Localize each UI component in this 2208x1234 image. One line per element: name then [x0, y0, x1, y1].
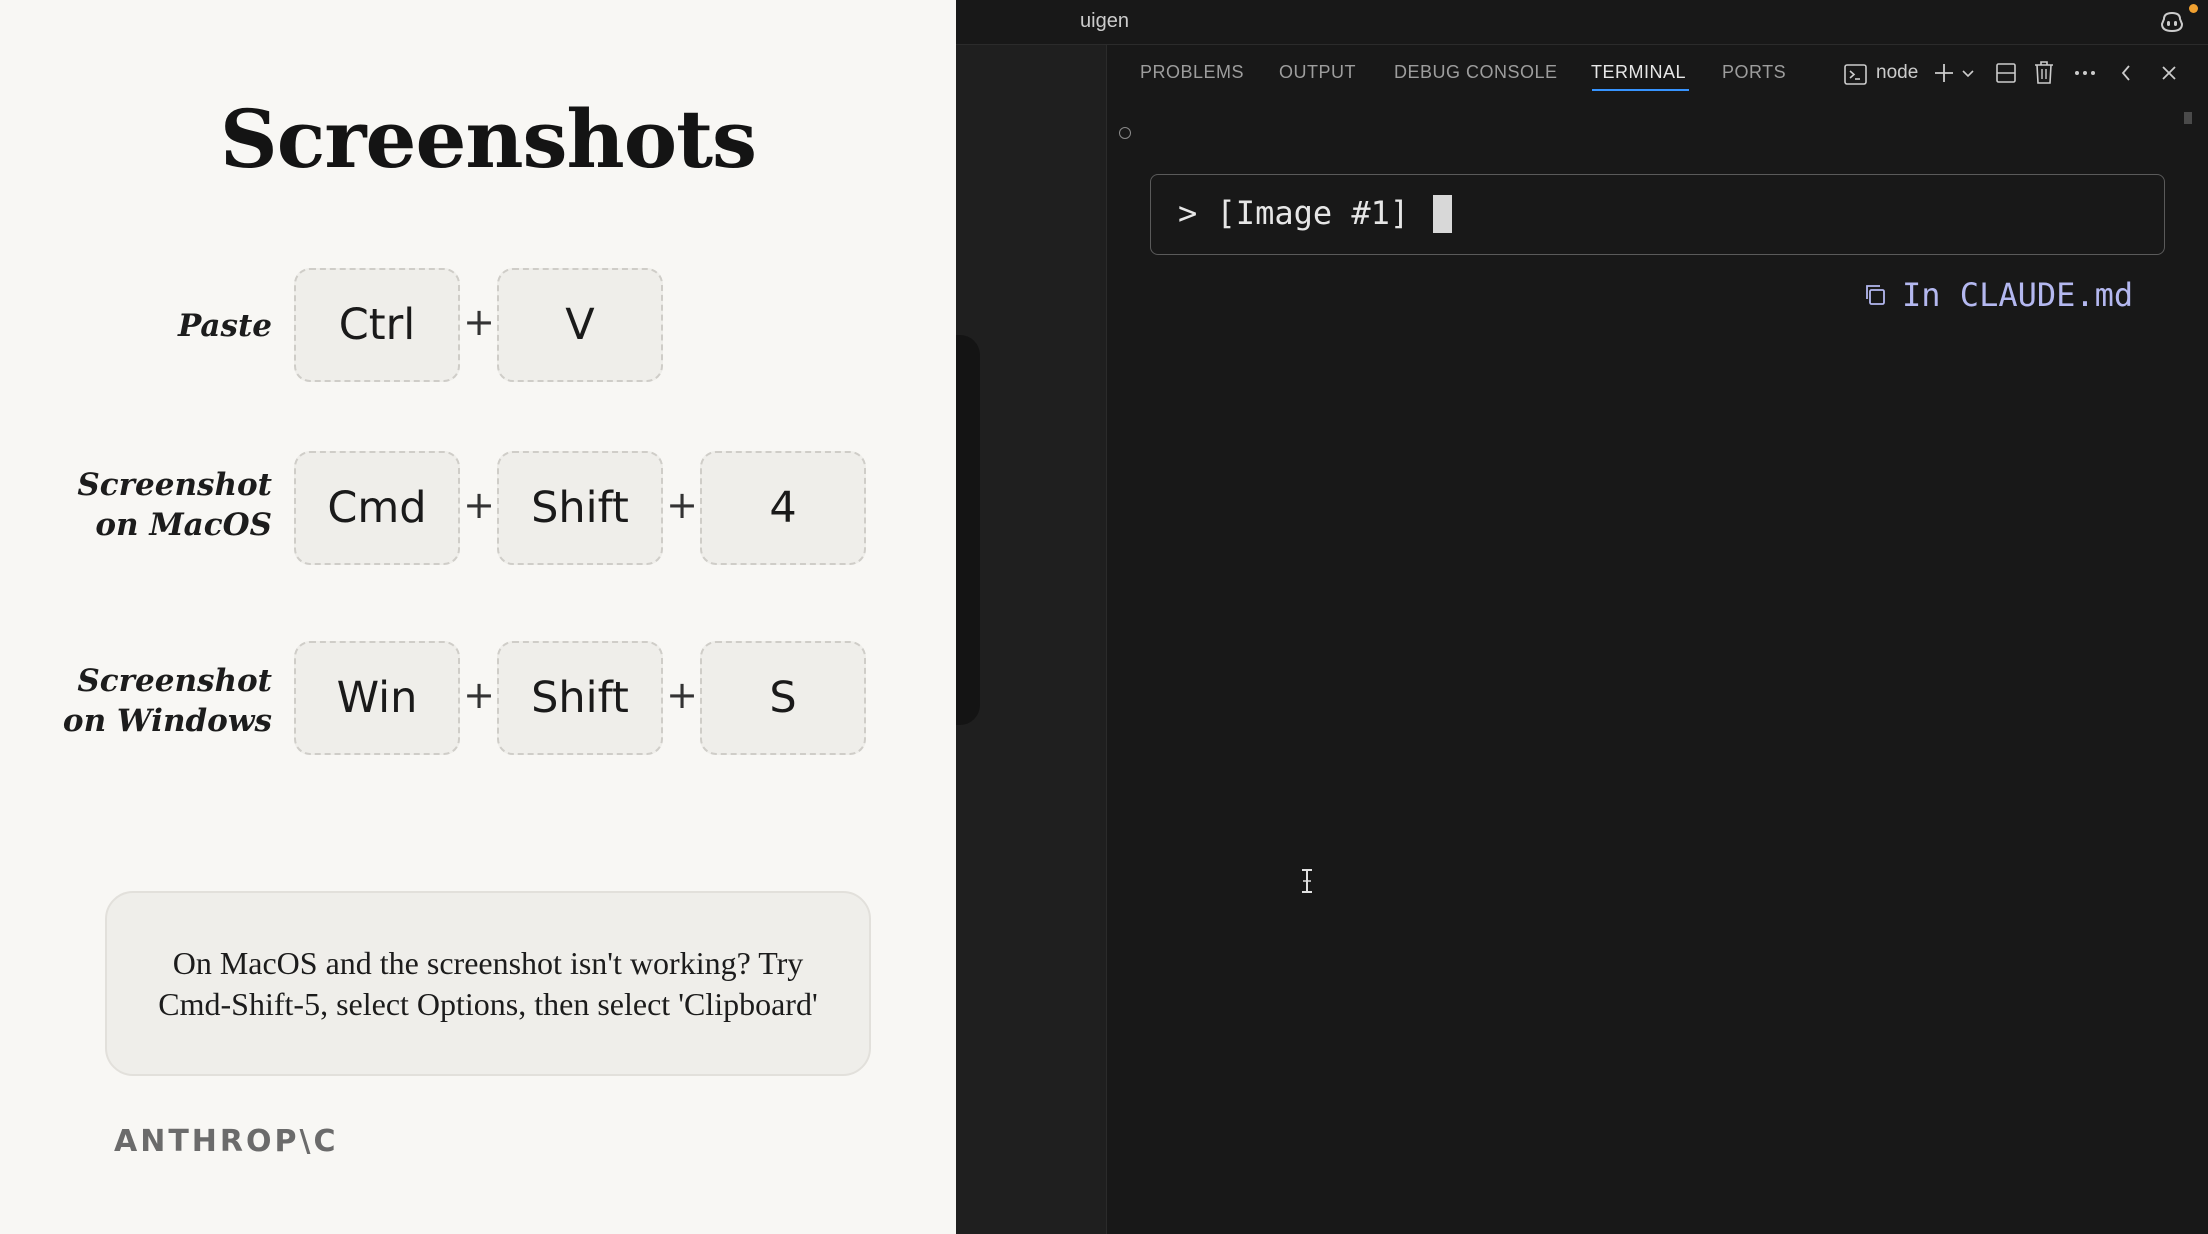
split-icon[interactable] [1994, 61, 2018, 85]
key-ctrl: Ctrl [294, 268, 460, 382]
shortcut-label-paste: Paste [178, 306, 272, 346]
slide-title: Screenshots [219, 92, 757, 186]
plus-sign: + [463, 673, 495, 717]
close-icon[interactable] [2160, 64, 2178, 82]
chevron-down-icon[interactable] [1961, 66, 1975, 80]
plus-sign: + [463, 300, 495, 344]
shortcut-label-line: on MacOS [95, 507, 272, 543]
scrollbar[interactable] [2184, 112, 2192, 124]
shortcut-label-macos: Screenshot on MacOS [77, 465, 272, 545]
tip-text: On MacOS and the screenshot isn't workin… [158, 944, 818, 1022]
memory-hint-text: In CLAUDE.md [1902, 276, 2134, 314]
notification-badge [2189, 4, 2198, 13]
shortcut-label-windows: Screenshot on Windows [63, 661, 272, 741]
shortcut-label-line: Paste [177, 308, 272, 344]
terminal-icon[interactable] [1843, 62, 1868, 87]
status-circle-icon [1119, 127, 1131, 139]
editor-shadow [956, 335, 980, 725]
tab-debug-console[interactable]: DEBUG CONSOLE [1394, 62, 1558, 83]
terminal-name[interactable]: node [1876, 62, 1918, 84]
tab-terminal[interactable]: TERMINAL [1591, 62, 1686, 83]
trash-icon[interactable] [2033, 60, 2055, 85]
key-win: Win [294, 641, 460, 755]
plus-sign: + [666, 483, 698, 527]
prompt-line: > [Image #1] [1178, 194, 1409, 232]
editor-area [956, 45, 1107, 1234]
tab-output[interactable]: OUTPUT [1279, 62, 1356, 83]
anthropic-logo: ANTHROP\C [114, 1124, 339, 1159]
key-cmd: Cmd [294, 451, 460, 565]
tab-problems[interactable]: PROBLEMS [1140, 62, 1244, 83]
shortcut-label-line: Screenshot [77, 467, 272, 503]
window-title: uigen [1080, 10, 1129, 32]
tip-box: On MacOS and the screenshot isn't workin… [105, 891, 871, 1076]
terminal-panel[interactable] [1107, 101, 2208, 1234]
tutorial-slide: Screenshots Paste Ctrl + V Screenshot on… [0, 0, 956, 1234]
active-tab-indicator [1592, 89, 1689, 91]
tab-ports[interactable]: PORTS [1722, 62, 1786, 83]
plus-sign: + [666, 673, 698, 717]
shortcut-label-line: Screenshot [77, 663, 272, 699]
key-shift: Shift [497, 641, 663, 755]
plus-icon[interactable] [1932, 61, 1956, 85]
more-icon[interactable] [2074, 66, 2096, 80]
key-v: V [497, 268, 663, 382]
key-s: S [700, 641, 866, 755]
plus-sign: + [463, 483, 495, 527]
key-shift: Shift [497, 451, 663, 565]
key-4: 4 [700, 451, 866, 565]
prompt-input-text[interactable]: [Image #1] [1217, 194, 1410, 232]
shortcut-label-line: on Windows [62, 703, 272, 739]
title-bar: uigen [956, 0, 2208, 45]
prompt-symbol: > [1178, 194, 1198, 232]
copilot-icon[interactable] [2158, 8, 2186, 36]
text-cursor-pointer [1302, 869, 1312, 893]
chevron-left-icon[interactable] [2118, 63, 2134, 83]
text-cursor [1433, 195, 1452, 233]
copy-icon [1866, 285, 1885, 305]
